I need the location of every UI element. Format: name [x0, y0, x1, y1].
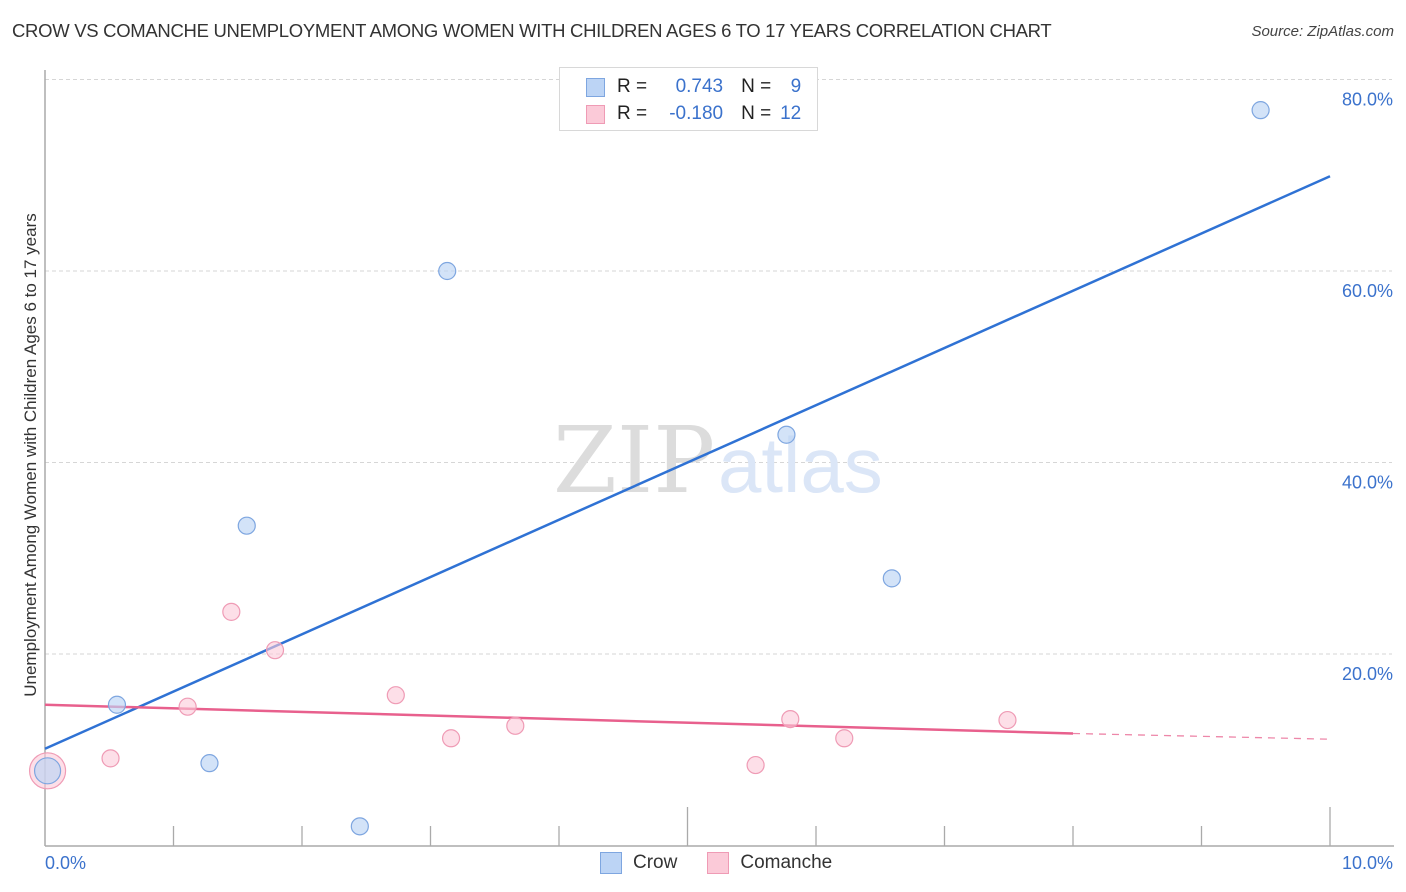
comanche-point: [781, 710, 800, 729]
y-tick-label: 40.0%: [1342, 473, 1393, 493]
legend-row-crow: R = 0.743 N = 9: [586, 74, 801, 100]
n-value: 12: [780, 103, 802, 124]
r-label: R =: [617, 103, 648, 124]
crow-point: [777, 425, 796, 444]
crow-point: [107, 695, 127, 714]
comanche-point: [835, 729, 854, 748]
comanche-point: [265, 641, 285, 660]
y-tick-label: 60.0%: [1342, 281, 1393, 301]
n-label: N =: [741, 103, 772, 124]
n-label: N =: [741, 76, 772, 97]
r-label: R =: [617, 76, 648, 97]
grid-lines: [45, 79, 1392, 655]
comanche-point: [746, 755, 765, 775]
crow-point: [33, 757, 62, 785]
comanche-trend-extension: [1072, 732, 1331, 740]
legend-item-crow[interactable]: Crow: [600, 852, 677, 874]
comanche-swatch-icon: [586, 104, 605, 124]
comanche-point: [441, 729, 461, 748]
crow-point: [200, 754, 219, 773]
crow-point: [350, 817, 369, 836]
crow-point: [1251, 101, 1270, 120]
series-legend: Crow Comanche: [600, 852, 862, 874]
y-tick-labels: 20.0% 40.0% 60.0% 80.0%: [1342, 90, 1393, 685]
y-axis-label: Unemployment Among Women with Children A…: [21, 213, 40, 697]
y-tick-label: 80.0%: [1342, 90, 1393, 110]
legend-label-comanche: Comanche: [740, 852, 833, 873]
comanche-point: [178, 697, 197, 716]
comanche-swatch-icon: [707, 852, 730, 874]
x-tick-label: 10.0%: [1342, 853, 1393, 873]
crow-swatch-icon: [586, 77, 605, 97]
comanche-point: [386, 686, 405, 705]
comanche-point: [101, 749, 120, 768]
watermark: ZIP atlas: [553, 407, 883, 514]
scatter-chart: ZIP atlas 20.0% 40.0% 60.0% 80.0% 0.0% 10.0%…: [21, 70, 1394, 873]
n-value: 9: [790, 76, 802, 97]
legend-label-crow: Crow: [633, 852, 678, 873]
legend-row-comanche: R = -0.180 N = 12: [586, 101, 801, 127]
legend-item-comanche[interactable]: Comanche: [707, 852, 832, 874]
comanche-point: [222, 602, 241, 621]
comanche-trend-line: [44, 703, 1074, 735]
comanche-point: [998, 710, 1017, 730]
correlation-legend: R = 0.743 N = 9 R = -0.180 N = 12: [559, 67, 818, 131]
r-value: 0.743: [675, 76, 724, 97]
crow-swatch-icon: [600, 852, 622, 874]
comanche-point: [506, 716, 525, 735]
crow-point: [237, 516, 256, 535]
r-value: -0.180: [669, 103, 724, 124]
crow-point: [438, 261, 457, 281]
crow-point: [882, 569, 901, 588]
x-tick-label: 0.0%: [45, 853, 86, 873]
y-tick-label: 20.0%: [1342, 664, 1393, 684]
watermark-atlas: atlas: [718, 421, 883, 509]
